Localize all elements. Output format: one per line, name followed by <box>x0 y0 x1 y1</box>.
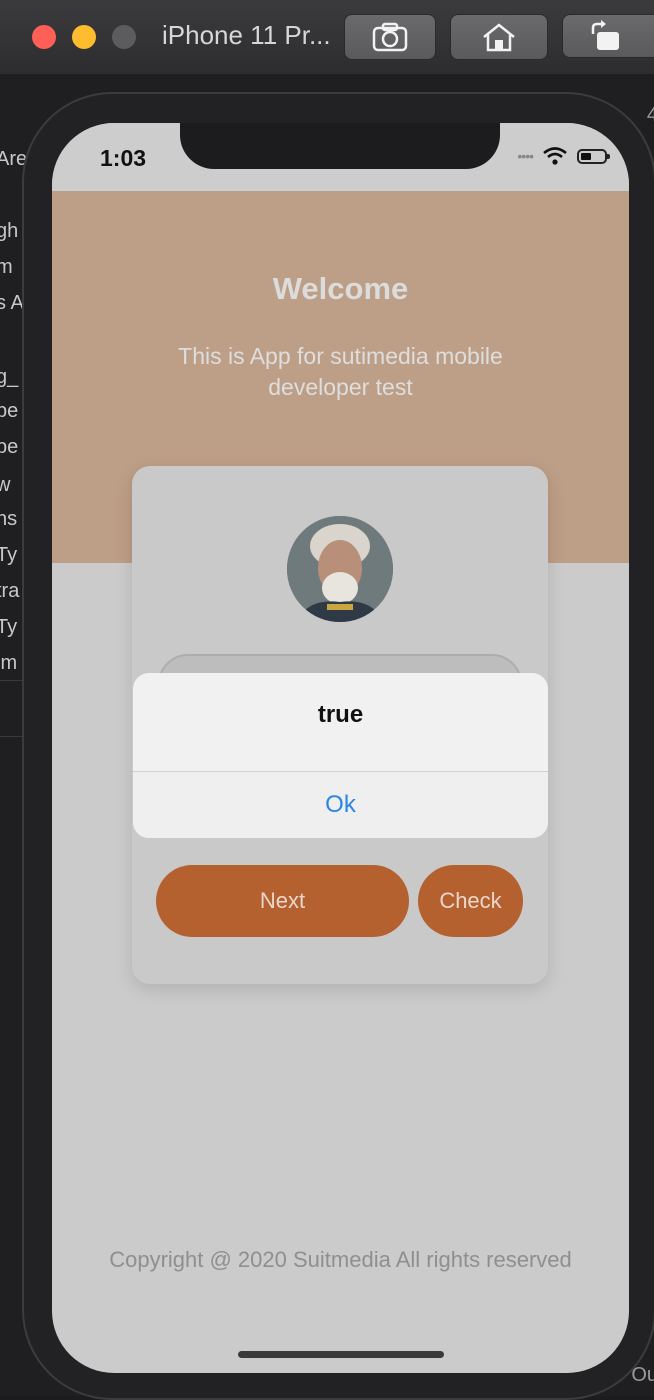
background-text: pe <box>0 436 19 458</box>
alert-dialog: true Ok <box>133 673 548 838</box>
status-time: 1:03 <box>100 145 147 171</box>
home-indicator[interactable] <box>238 1351 444 1358</box>
signal-icon: •••• <box>517 148 534 164</box>
background-text: im <box>0 652 18 674</box>
background-text: ns <box>0 508 18 530</box>
background-divider <box>0 736 24 737</box>
background-divider <box>0 680 24 681</box>
alert-ok-button[interactable]: Ok <box>133 772 548 838</box>
status-icons: •••• <box>517 147 610 165</box>
background-text: Ty <box>0 616 18 638</box>
welcome-subtitle: This is App for sutimedia mobile develop… <box>178 343 503 400</box>
background-text: gh <box>0 220 19 242</box>
copyright-text: Copyright @ 2020 Suitmedia All rights re… <box>109 1247 572 1272</box>
background-text: Ty <box>0 544 18 566</box>
rotate-button[interactable] <box>562 14 654 58</box>
zoom-window-button[interactable] <box>112 25 136 49</box>
background-text: m <box>0 256 13 278</box>
home-button[interactable] <box>450 14 548 60</box>
background-text: 4 <box>646 104 654 126</box>
welcome-title: Welcome <box>272 271 409 306</box>
next-button[interactable]: Next <box>156 865 409 937</box>
background-text: pe <box>0 400 19 422</box>
close-window-button[interactable] <box>32 25 56 49</box>
app-screen: 1:03 •••• Welcome This is App for sutime… <box>52 123 629 1373</box>
background-text: s A <box>0 292 24 314</box>
home-icon <box>483 23 515 52</box>
background-text: w <box>0 474 11 496</box>
background-text: tra <box>0 580 20 602</box>
screenshot-button[interactable] <box>344 14 436 60</box>
wifi-icon <box>543 147 567 165</box>
check-button[interactable]: Check <box>418 865 523 937</box>
minimize-window-button[interactable] <box>72 25 96 49</box>
alert-title: true <box>317 701 364 728</box>
device-notch <box>180 123 500 169</box>
rotate-icon <box>591 20 619 50</box>
avatar[interactable] <box>287 516 393 622</box>
simulator-toolbar: iPhone 11 Pr... <box>0 0 654 75</box>
background-text: g_ <box>0 366 19 388</box>
avatar-photo <box>287 516 393 622</box>
simulator-title: iPhone 11 Pr... <box>162 20 331 50</box>
battery-icon <box>577 148 610 164</box>
camera-icon <box>372 22 408 52</box>
